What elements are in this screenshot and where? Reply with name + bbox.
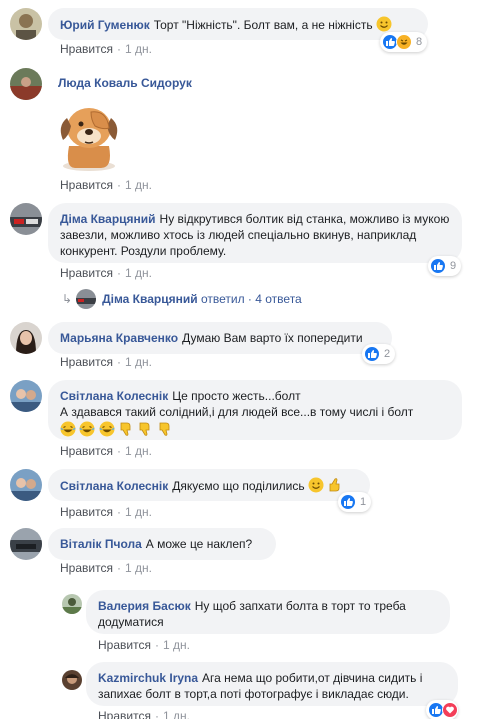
reaction-count: 2 [384,348,391,360]
comment-meta: Нравится · 1 дн. [60,561,152,575]
avatar[interactable] [10,528,42,560]
comment-text: Торт "Ніжність". Болт вам, а не ніжність [153,18,373,32]
comment-text: Це просто жесть...болт [172,389,301,403]
replies-suffix: ответил [200,292,245,306]
reactions-summary[interactable]: 8 [380,32,428,52]
comment-author[interactable]: Світлана Колеснік [60,479,168,493]
avatar [76,289,97,309]
like-link[interactable]: Нравится [60,444,113,458]
reply-arrow-icon: ↳ [62,292,73,306]
comment-text: Дякуємо що поділились [172,479,305,493]
comment-bubble: Kazmirchuk Iryna Ага нема що робити,от ді… [86,662,458,706]
comment-author[interactable]: Kazmirchuk Iryna [98,671,198,685]
comment-time[interactable]: 1 дн. [125,444,152,458]
reactions-summary[interactable]: 1 [338,492,372,512]
avatar[interactable] [10,322,42,354]
thumbs-up-emoji-icon [327,477,343,493]
thumbs-down-emoji-icon [118,421,134,437]
comment-author[interactable]: Віталік Пчола [60,537,142,551]
comment-meta: Нравится · 1 дн. [60,355,152,369]
avatar[interactable] [10,380,42,412]
comment-author[interactable]: Діма Кварцяний [60,212,156,226]
comment-time[interactable]: 1 дн. [163,638,190,652]
like-reaction-icon [430,258,446,274]
comment-meta: Нравится · 1 дн. [60,42,152,56]
smile-emoji-icon [376,16,392,32]
like-reaction-icon [340,494,356,510]
avatar[interactable] [10,8,42,40]
replies-sep: · [247,292,252,306]
reactions-summary[interactable]: 9 [428,256,462,276]
comment-bubble: Марьяна Кравченко Думаю Вам варто їх попе… [48,322,392,354]
comment-text: Думаю Вам варто їх попередити [182,331,363,345]
like-link[interactable]: Нравится [60,561,113,575]
like-link[interactable]: Нравится [60,42,113,56]
like-reaction-icon [364,346,380,362]
avatar[interactable] [10,203,42,235]
comment-time[interactable]: 1 дн. [125,266,152,280]
avatar[interactable] [62,670,82,690]
comment-bubble: Валерия Басюк Ну щоб запхати болта в торт… [86,590,450,634]
reaction-count: 9 [450,260,457,272]
like-link[interactable]: Нравится [60,178,113,192]
comment-meta: Нравится · 1 дн. [98,709,190,719]
reactions-summary[interactable] [426,700,458,719]
comment-author[interactable]: Юрий Гуменюк [60,18,150,32]
emoji-row [60,421,450,438]
laughing-tears-emoji-icon [99,421,115,437]
love-reaction-icon [442,702,458,718]
comment-meta: Нравится · 1 дн. [60,505,152,519]
replies-count: 4 ответа [255,292,302,306]
comment-text: А може це наклеп? [145,537,253,551]
comment-time[interactable]: 1 дн. [125,42,152,56]
comment-meta: Нравится · 1 дн. [60,178,152,192]
replies-author: Діма Кварцяний [102,292,198,306]
like-link[interactable]: Нравится [60,355,113,369]
laughing-tears-emoji-icon [60,421,76,437]
comment-meta: Нравится · 1 дн. [98,638,190,652]
avatar[interactable] [10,68,42,100]
comment-bubble: Віталік Пчола А може це наклеп? [48,528,276,560]
like-link[interactable]: Нравится [60,266,113,280]
comment-bubble: Світлана Колеснік Це просто жесть...болт … [48,380,462,440]
like-link[interactable]: Нравится [98,638,151,652]
comment-time[interactable]: 1 дн. [163,709,190,719]
reaction-count: 8 [416,36,423,48]
comment-time[interactable]: 1 дн. [125,505,152,519]
comment-bubble: Юрий Гуменюк Торт "Ніжність". Болт вам, а… [48,8,428,40]
comment-time[interactable]: 1 дн. [125,561,152,575]
like-link[interactable]: Нравится [60,505,113,519]
comment-author[interactable]: Люда Коваль Сидорук [58,76,192,90]
comment-time[interactable]: 1 дн. [125,355,152,369]
comment-bubble: Світлана Колеснік Дякуємо що поділились [48,469,370,501]
avatar[interactable] [10,469,42,501]
comment-author[interactable]: Світлана Колеснік [60,389,168,403]
comment-text: А здавався такий солідний,і для людей вс… [60,405,414,419]
smile-emoji-icon [308,477,324,493]
comment-time[interactable]: 1 дн. [125,178,152,192]
laughing-tears-emoji-icon [79,421,95,437]
comment-meta: Нравится · 1 дн. [60,444,152,458]
comment-meta: Нравится · 1 дн. [60,266,152,280]
like-link[interactable]: Нравится [98,709,151,719]
dog-facepalm-sticker [55,96,123,174]
haha-reaction-icon [396,34,412,50]
comment-author[interactable]: Марьяна Кравченко [60,331,178,345]
view-replies-link[interactable]: ↳ Діма Кварцяний ответил · 4 ответа [62,289,302,309]
reactions-summary[interactable]: 2 [362,344,396,364]
comment-author[interactable]: Валерия Басюк [98,599,191,613]
thumbs-down-emoji-icon [137,421,153,437]
comment-bubble: Діма Кварцяний Ну відкрутився болтик від … [48,203,462,263]
avatar[interactable] [62,594,82,614]
reaction-count: 1 [360,496,367,508]
thumbs-down-emoji-icon [157,421,173,437]
